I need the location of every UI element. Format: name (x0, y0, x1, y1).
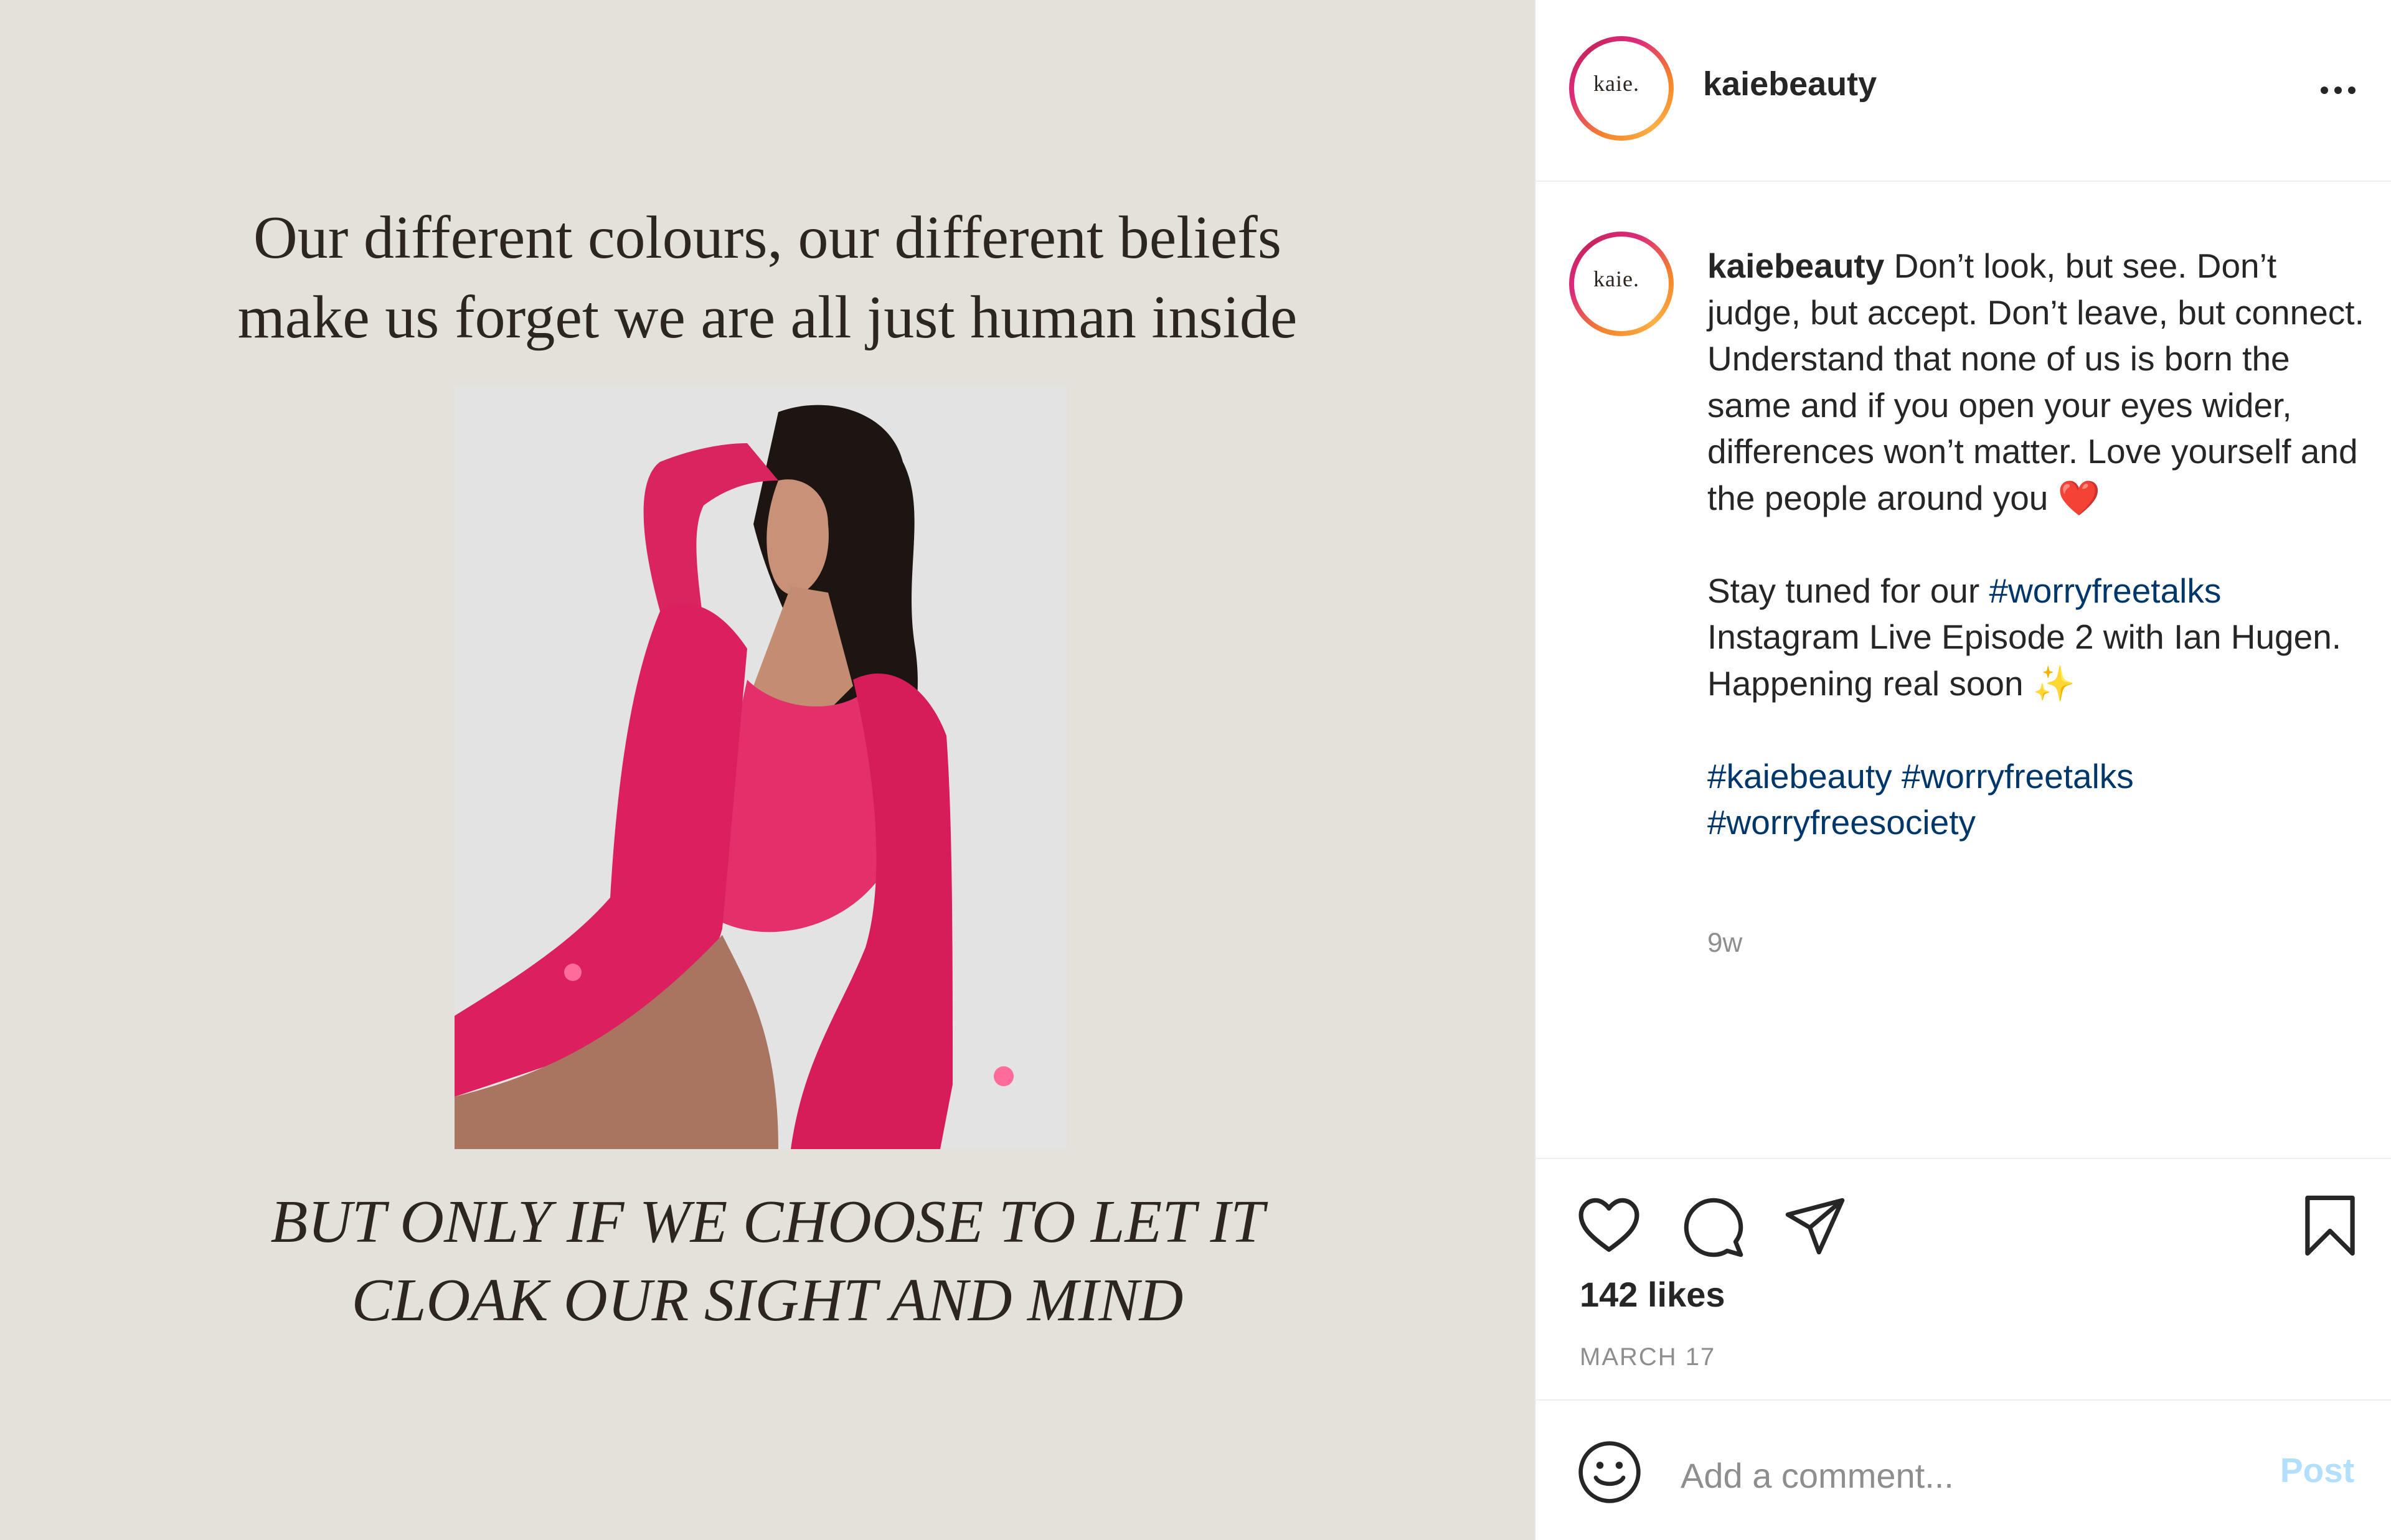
bookmark-icon[interactable] (2302, 1194, 2358, 1257)
avatar[interactable]: kaie. (1569, 36, 1674, 141)
likes-count[interactable]: 142 likes (1580, 1274, 1725, 1315)
quote-top-line-1: Our different colours, our different bel… (253, 204, 1281, 271)
hashtag-link[interactable]: #worryfreetalks (1989, 571, 2222, 610)
caption-username-link[interactable]: kaiebeauty (1707, 246, 1884, 285)
image-quote-bottom: BUT ONLY IF WE CHOOSE TO LET IT CLOAK OU… (0, 1183, 1535, 1340)
heart-icon[interactable] (1577, 1196, 1641, 1255)
hashtag-link[interactable]: #worryfreetalks (1902, 757, 2134, 796)
caption-paragraph-1: kaiebeauty Don’t look, but see. Don’t ju… (1707, 243, 2374, 521)
sparkles-emoji-icon: ✨ (2032, 664, 2076, 703)
more-options-icon[interactable] (2316, 75, 2360, 106)
quote-top-line-2: make us forget we are all just human ins… (237, 284, 1298, 351)
caption-text: Stay tuned for our (1707, 571, 1989, 610)
post-caption: kaiebeauty Don’t look, but see. Don’t ju… (1707, 243, 2374, 846)
comment-icon[interactable] (1682, 1196, 1745, 1259)
model-photo (455, 387, 1067, 1149)
comment-input[interactable] (1681, 1444, 2241, 1506)
paper-plane-icon[interactable] (1784, 1196, 1846, 1256)
caption-text: Don’t look, but see. Don’t judge, but ac… (1707, 246, 2364, 517)
avatar-logo: kaie. (1578, 240, 1655, 317)
header-username-link[interactable]: kaiebeauty (1703, 65, 1877, 103)
post-header: kaie. kaiebeauty (1536, 0, 2391, 182)
image-quote-top: Our different colours, our different bel… (0, 198, 1535, 357)
smiley-icon[interactable] (1577, 1439, 1643, 1505)
quote-bottom-line-2: CLOAK OUR SIGHT AND MIND (351, 1267, 1184, 1334)
post-comment-button[interactable]: Post (2280, 1450, 2354, 1490)
quote-bottom-line-1: BUT ONLY IF WE CHOOSE TO LET IT (270, 1188, 1265, 1256)
post-date: MARCH 17 (1580, 1343, 1716, 1371)
caption-avatar[interactable]: kaie. (1569, 232, 1674, 336)
hashtag-link[interactable]: #worryfreesociety (1707, 803, 1976, 842)
post-actions: 142 likes MARCH 17 (1536, 1158, 2391, 1401)
heart-emoji-icon: ❤️ (2057, 478, 2101, 517)
caption-hashtags: #kaiebeauty #worryfreetalks #worryfreesoc… (1707, 753, 2374, 846)
caption-paragraph-2: Stay tuned for our #worryfreetalks Insta… (1707, 568, 2374, 707)
post-side-panel: kaie. kaiebeauty kaie. kaiebeauty Don’t … (1535, 0, 2391, 1540)
hashtag-link[interactable]: #kaiebeauty (1707, 757, 1892, 796)
caption-text: Instagram Live Episode 2 with Ian Hugen.… (1707, 617, 2342, 703)
comment-form: Post (1536, 1401, 2391, 1540)
post-time-ago[interactable]: 9w (1707, 927, 1742, 959)
avatar-logo: kaie. (1578, 45, 1655, 122)
post-image[interactable]: Our different colours, our different bel… (0, 0, 1535, 1540)
